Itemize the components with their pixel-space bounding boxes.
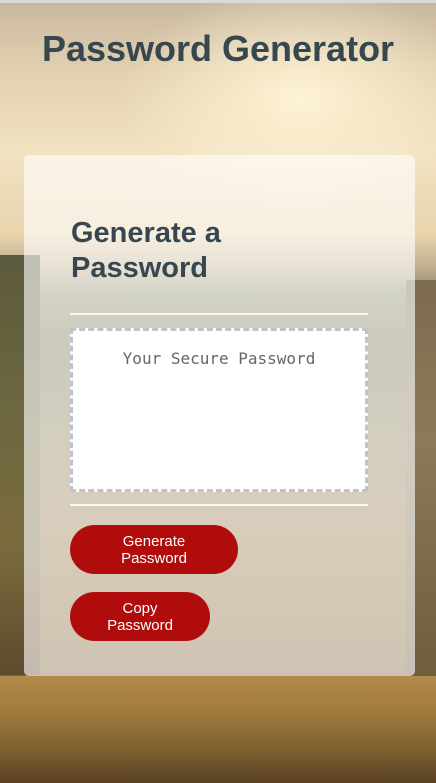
password-output-field[interactable]: [70, 328, 368, 492]
card-heading: Generate a Password: [71, 217, 221, 284]
divider-bottom: [70, 504, 368, 506]
generate-password-button[interactable]: Generate Password: [70, 525, 238, 574]
page-title: Password Generator: [41, 28, 395, 69]
background-grass: [0, 676, 436, 783]
divider-top: [70, 313, 368, 315]
copy-password-button[interactable]: Copy Password: [70, 592, 210, 641]
